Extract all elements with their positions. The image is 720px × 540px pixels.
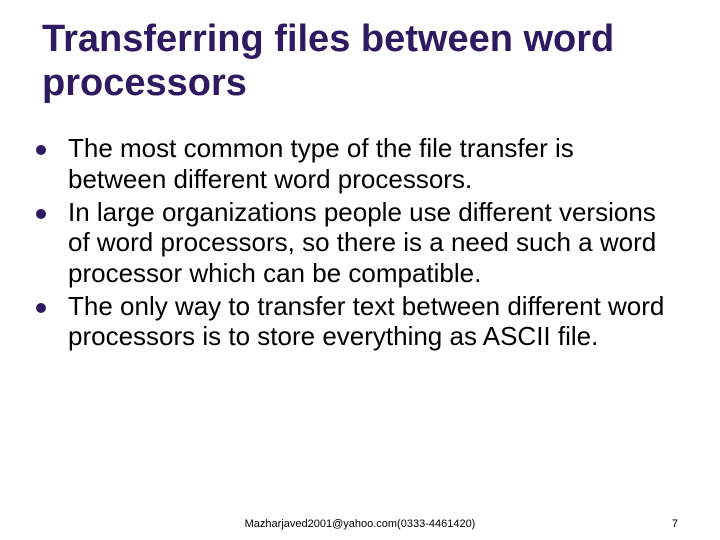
bullet-text: The most common type of the file transfe… — [68, 133, 678, 194]
page-number: 7 — [672, 518, 678, 530]
bullet-icon — [36, 209, 46, 219]
slide-title: Transferring files between word processo… — [42, 18, 678, 105]
bullet-icon — [36, 145, 46, 155]
bullet-text: In large organizations people use differ… — [68, 197, 678, 289]
bullet-item: In large organizations people use differ… — [42, 197, 678, 289]
bullet-item: The most common type of the file transfe… — [42, 133, 678, 194]
slide-body: The most common type of the file transfe… — [42, 133, 678, 352]
bullet-icon — [36, 303, 46, 313]
bullet-item: The only way to transfer text between di… — [42, 291, 678, 352]
footer-contact: Mazharjaved2001@yahoo.com(0333-4461420) — [245, 518, 476, 530]
slide: Transferring files between word processo… — [0, 0, 720, 540]
bullet-text: The only way to transfer text between di… — [68, 291, 678, 352]
